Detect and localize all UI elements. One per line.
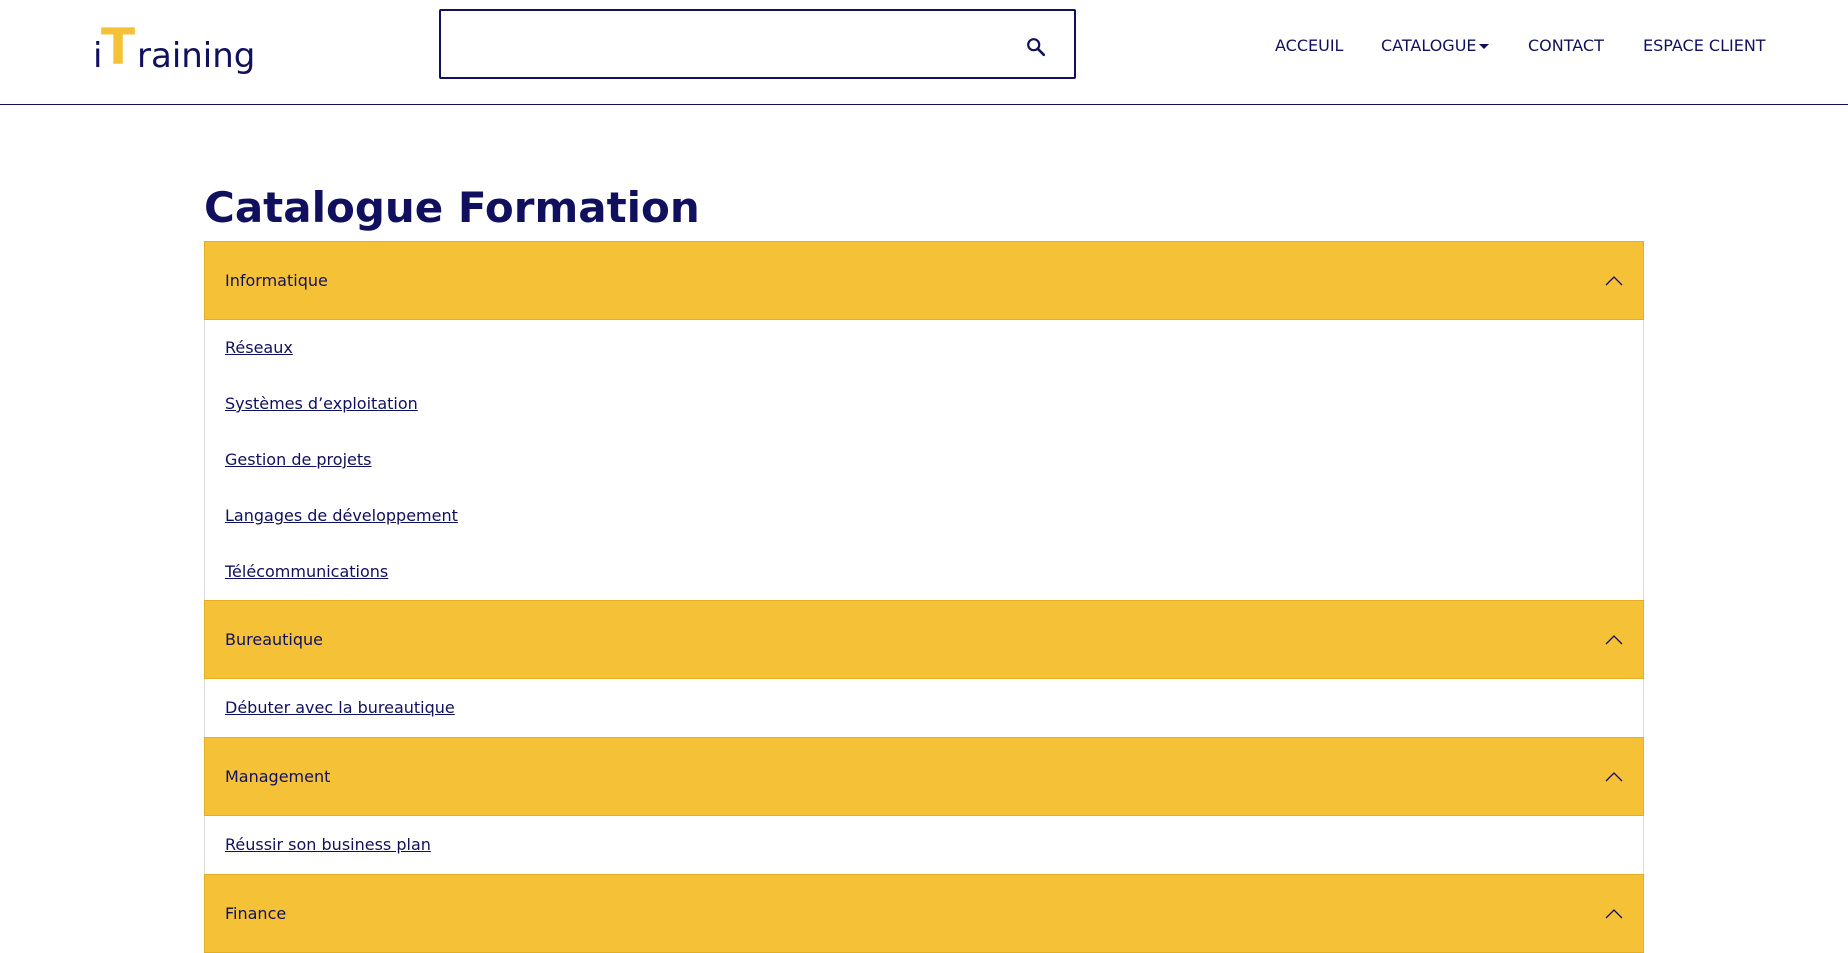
accordion-body-informatique: Réseaux Systèmes d’exploitation Gestion … <box>204 320 1644 600</box>
chevron-up-icon <box>1605 909 1623 919</box>
nav-acceuil[interactable]: ACCEUIL <box>1275 36 1343 55</box>
accordion-header-label: Bureautique <box>225 630 323 649</box>
link-gestion-de-projets[interactable]: Gestion de projets <box>225 432 1623 488</box>
link-debuter-bureautique[interactable]: Débuter avec la bureautique <box>225 679 1623 737</box>
chevron-up-icon <box>1605 276 1623 286</box>
nav-catalogue-label: CATALOGUE <box>1381 36 1477 55</box>
link-business-plan[interactable]: Réussir son business plan <box>225 816 1623 874</box>
link-systemes-exploitation[interactable]: Systèmes d’exploitation <box>225 376 1623 432</box>
link-reseaux[interactable]: Réseaux <box>225 320 1623 376</box>
nav-espace-client[interactable]: ESPACE CLIENT <box>1643 36 1766 55</box>
nav-catalogue[interactable]: CATALOGUE <box>1381 36 1489 55</box>
search-box <box>439 9 1076 79</box>
accordion-body-management: Réussir son business plan <box>204 816 1644 874</box>
caret-down-icon <box>1478 44 1489 49</box>
accordion-header-label: Finance <box>225 904 287 923</box>
accordion-header-label: Management <box>225 767 331 786</box>
accordion-header-informatique[interactable]: Informatique <box>204 241 1644 320</box>
catalogue-accordion: Informatique Réseaux Systèmes d’exploita… <box>204 241 1644 953</box>
accordion-header-label: Informatique <box>225 271 328 290</box>
navbar: i T raining ACCEUIL CATALOGUE CONTACT ES… <box>0 0 1848 105</box>
accordion-header-management[interactable]: Management <box>204 737 1644 816</box>
link-telecommunications[interactable]: Télécommunications <box>225 544 1623 600</box>
chevron-up-icon <box>1605 772 1623 782</box>
search-input[interactable] <box>453 19 1017 71</box>
chevron-up-icon <box>1605 635 1623 645</box>
accordion-header-bureautique[interactable]: Bureautique <box>204 600 1644 679</box>
link-langages-developpement[interactable]: Langages de développement <box>225 488 1623 544</box>
logo-t: T <box>101 18 136 76</box>
logo[interactable]: i T raining <box>93 18 256 76</box>
nav-contact[interactable]: CONTACT <box>1528 36 1604 55</box>
logo-text: raining <box>137 36 256 76</box>
accordion-body-bureautique: Débuter avec la bureautique <box>204 679 1644 737</box>
page-title: Catalogue Formation <box>204 183 700 232</box>
search-icon[interactable] <box>1025 36 1047 58</box>
accordion-header-finance[interactable]: Finance <box>204 874 1644 953</box>
